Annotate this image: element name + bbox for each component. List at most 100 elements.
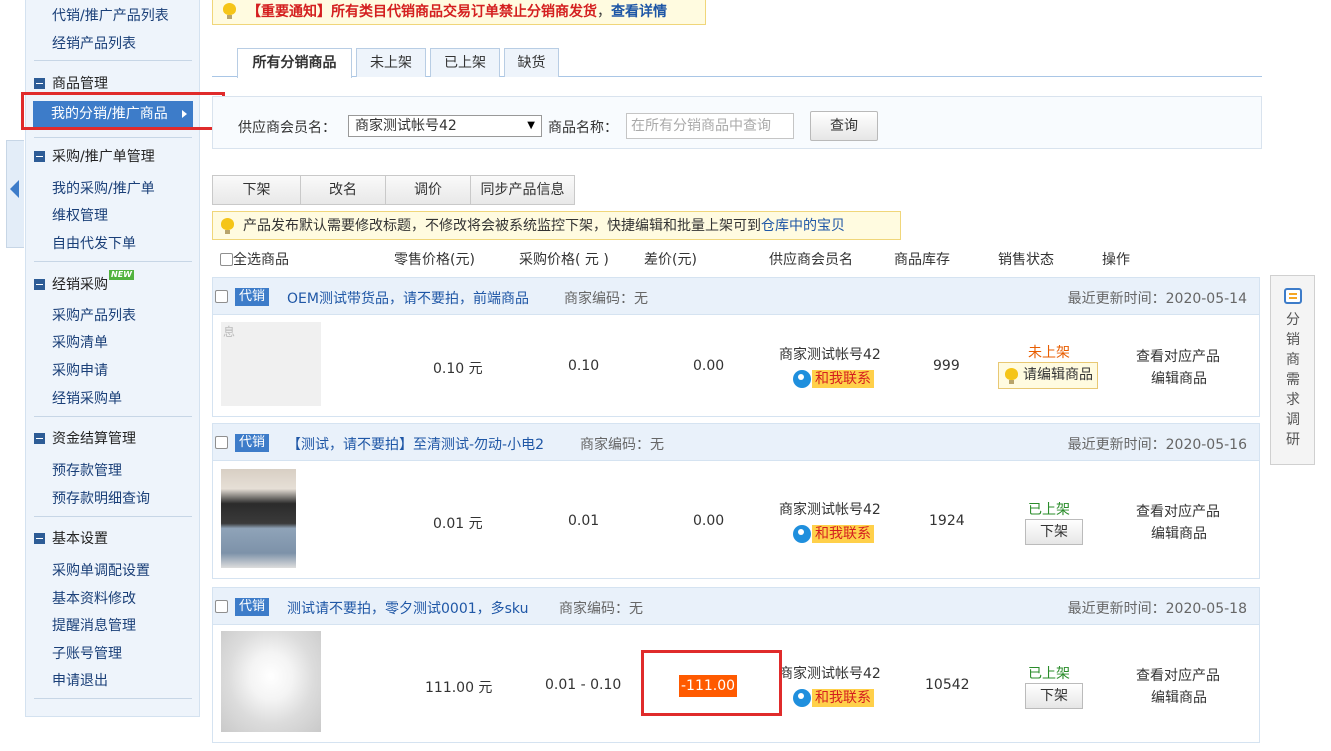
merchant-code-label: 商家编码： xyxy=(580,437,650,453)
supplier-select-value: 商家测试帐号42 xyxy=(355,118,457,134)
sidebar-item-allocation[interactable]: 采购单调配设置 xyxy=(52,560,150,580)
notice-prefix: 【重要通知】所有类目代销商品交易订单 xyxy=(247,4,499,20)
sidebar-item-free-dropship[interactable]: 自由代发下单 xyxy=(52,233,136,253)
distributor-survey-button[interactable]: 分销商需求调研 xyxy=(1270,275,1315,465)
sidebar-section-settings[interactable]: 基本设置 xyxy=(34,528,108,548)
qq-chat-icon xyxy=(793,689,811,707)
notice-detail-link[interactable]: 查看详情 xyxy=(611,4,667,20)
product-checkbox[interactable] xyxy=(215,290,228,303)
merchant-code-value: 无 xyxy=(629,601,643,617)
sidebar-section-consign-purchase[interactable]: 经销采购 xyxy=(34,274,108,294)
view-product-link[interactable]: 查看对应产品 xyxy=(1136,346,1220,366)
product-card-header: 代销 【测试，请不要拍】至清测试-勿动-小电2 商家编码：无 最近更新时间：20… xyxy=(213,424,1259,461)
select-all-checkbox[interactable] xyxy=(220,253,233,266)
warehouse-link[interactable]: 仓库中的宝贝 xyxy=(761,218,845,234)
sidebar-item-dist-product-list[interactable]: 代销/推广产品列表 xyxy=(52,5,169,25)
sidebar-section-label: 商品管理 xyxy=(52,76,108,92)
sidebar-item-consign-order[interactable]: 经销采购单 xyxy=(52,388,122,408)
product-title-link[interactable]: OEM测试带货品，请不要拍，前端商品 xyxy=(287,288,529,308)
sidebar-item-quit[interactable]: 申请退出 xyxy=(52,670,108,690)
sidebar-section-settlement[interactable]: 资金结算管理 xyxy=(34,428,136,448)
col-stock: 商品库存 xyxy=(894,252,950,268)
retail-price: 111.00 元 xyxy=(425,680,493,696)
sidebar-item-consign-product-list[interactable]: 经销产品列表 xyxy=(52,33,136,53)
last-updated-label: 最近更新时间： xyxy=(1067,601,1166,617)
product-name-input[interactable] xyxy=(626,113,794,139)
collapse-minus-icon[interactable] xyxy=(34,77,45,89)
important-notice: 【重要通知】所有类目代销商品交易订单禁止分销商发货，查看详情 xyxy=(212,0,706,25)
sidebar-item-subaccounts[interactable]: 子账号管理 xyxy=(52,643,122,663)
collapse-minus-icon[interactable] xyxy=(34,532,45,544)
highlight-box-diff xyxy=(641,650,782,716)
supplier-link[interactable]: 商家测试帐号42 xyxy=(779,663,881,683)
sidebar-item-my-purchase[interactable]: 我的采购/推广单 xyxy=(52,178,155,198)
product-title-link[interactable]: 【测试，请不要拍】至清测试-勿动-小电2 xyxy=(287,434,544,454)
contact-me-button[interactable]: 和我联系 xyxy=(793,689,878,707)
lightbulb-icon xyxy=(221,218,234,234)
sidebar-section-goods[interactable]: 商品管理 xyxy=(34,73,108,93)
stock-count: 1924 xyxy=(929,513,965,529)
sidebar-divider xyxy=(34,261,192,262)
adjust-price-button[interactable]: 调价 xyxy=(385,175,471,205)
sidebar-divider xyxy=(34,516,192,517)
query-button[interactable]: 查询 xyxy=(810,111,878,141)
sidebar-section-label: 经销采购 xyxy=(52,277,108,293)
product-checkbox[interactable] xyxy=(215,436,228,449)
consign-tag: 代销 xyxy=(235,598,269,616)
sidebar-item-deposit-detail[interactable]: 预存款明细查询 xyxy=(52,488,150,508)
collapse-minus-icon[interactable] xyxy=(34,278,45,290)
last-updated-value: 2020-05-18 xyxy=(1165,601,1247,617)
delist-button[interactable]: 下架 xyxy=(212,175,301,205)
tab-listed[interactable]: 已上架 xyxy=(430,48,500,77)
delist-item-button[interactable]: 下架 xyxy=(1025,519,1083,545)
sidebar-item-deposit[interactable]: 预存款管理 xyxy=(52,460,122,480)
view-product-link[interactable]: 查看对应产品 xyxy=(1136,501,1220,521)
sidebar-item-purchase-list[interactable]: 采购清单 xyxy=(52,332,108,352)
collapse-minus-icon[interactable] xyxy=(34,432,45,444)
product-thumbnail[interactable] xyxy=(221,469,296,568)
tab-all-goods[interactable]: 所有分销商品 xyxy=(237,48,352,78)
select-all-label: 全选商品 xyxy=(233,252,289,268)
edit-goods-button[interactable]: 请编辑商品 xyxy=(998,362,1098,389)
purchase-price: 0.10 xyxy=(568,358,600,374)
product-checkbox[interactable] xyxy=(215,600,228,613)
merchant-code-value: 无 xyxy=(650,437,664,453)
supplier-select[interactable]: 商家测试帐号42 xyxy=(348,115,542,137)
survey-icon xyxy=(1284,288,1302,304)
edit-product-link[interactable]: 编辑商品 xyxy=(1151,368,1207,388)
edit-product-link[interactable]: 编辑商品 xyxy=(1151,523,1207,543)
supplier-link[interactable]: 商家测试帐号42 xyxy=(779,499,881,519)
price-diff: 0.00 xyxy=(693,358,725,374)
merchant-code-value: 无 xyxy=(634,291,648,307)
delist-item-button[interactable]: 下架 xyxy=(1025,683,1083,709)
sidebar-item-purchase-product-list[interactable]: 采购产品列表 xyxy=(52,305,136,325)
collapse-minus-icon[interactable] xyxy=(34,150,45,162)
contact-me-button[interactable]: 和我联系 xyxy=(793,525,878,543)
select-all[interactable]: 全选商品 xyxy=(220,249,289,269)
product-thumbnail[interactable] xyxy=(221,631,321,732)
supplier-link[interactable]: 商家测试帐号42 xyxy=(779,344,881,364)
merchant-code: 商家编码：无 xyxy=(580,434,664,454)
sidebar-section-label: 资金结算管理 xyxy=(52,431,136,447)
contact-me-button[interactable]: 和我联系 xyxy=(793,370,878,388)
tab-not-listed[interactable]: 未上架 xyxy=(356,48,426,77)
sidebar-section-purchase-orders[interactable]: 采购/推广单管理 xyxy=(34,146,155,166)
sidebar-item-rights[interactable]: 维权管理 xyxy=(52,205,108,225)
sidebar-collapse-arrow-icon[interactable] xyxy=(6,140,24,248)
last-updated: 最近更新时间：2020-05-14 xyxy=(1068,288,1247,308)
col-retail-price: 零售价格(元) xyxy=(394,252,475,268)
sidebar-item-purchase-apply[interactable]: 采购申请 xyxy=(52,360,108,380)
rename-button[interactable]: 改名 xyxy=(300,175,386,205)
product-title-link[interactable]: 测试请不要拍，零夕测试0001，多sku xyxy=(287,598,528,618)
last-updated-label: 最近更新时间： xyxy=(1067,291,1166,307)
product-thumbnail[interactable]: 息 xyxy=(221,322,321,406)
view-product-link[interactable]: 查看对应产品 xyxy=(1136,665,1220,685)
qq-chat-icon xyxy=(793,370,811,388)
sync-product-button[interactable]: 同步产品信息 xyxy=(470,175,575,205)
product-card-header: 代销 OEM测试带货品，请不要拍，前端商品 商家编码：无 最近更新时间：2020… xyxy=(213,278,1259,315)
sidebar-item-profile[interactable]: 基本资料修改 xyxy=(52,588,136,608)
edit-product-link[interactable]: 编辑商品 xyxy=(1151,687,1207,707)
sidebar-item-reminders[interactable]: 提醒消息管理 xyxy=(52,615,136,635)
tab-out-of-stock[interactable]: 缺货 xyxy=(504,48,559,77)
last-updated: 最近更新时间：2020-05-18 xyxy=(1068,598,1247,618)
